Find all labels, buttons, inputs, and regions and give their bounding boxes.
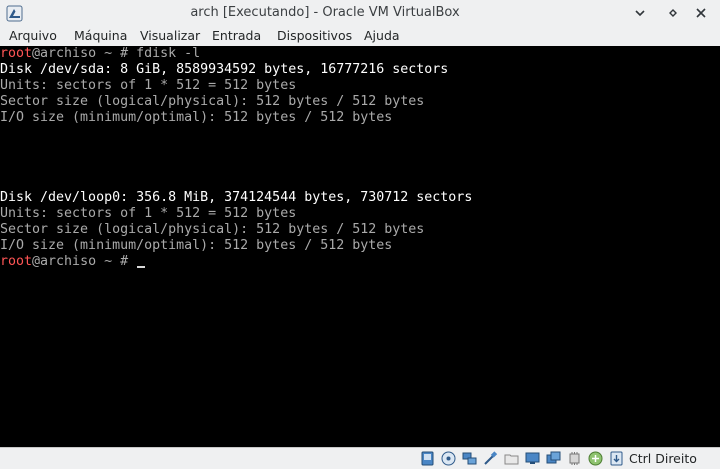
close-icon	[696, 8, 706, 18]
window-title: arch [Executando] - Oracle VM VirtualBox	[190, 5, 460, 20]
menu-dispositivos[interactable]: Dispositivos	[277, 26, 352, 46]
output-sda-disk: Disk /dev/sda: 8 GiB, 8589934592 bytes, …	[0, 62, 449, 77]
output-loop-sector-size: Sector size (logical/physical): 512 byte…	[0, 222, 425, 237]
network-icon[interactable]	[462, 451, 477, 466]
status-bar: Ctrl Direito	[0, 447, 720, 469]
menu-arquivo[interactable]: Arquivo	[9, 26, 57, 46]
window-titlebar[interactable]: arch [Executando] - Oracle VM VirtualBox	[0, 0, 720, 26]
vm-console-screen[interactable]: root@archiso ~ # fdisk -l Disk /dev/sda:…	[0, 46, 720, 447]
menu-entrada[interactable]: Entrada	[212, 26, 261, 46]
restore-button[interactable]	[664, 4, 682, 22]
video-capture-icon[interactable]	[546, 451, 561, 466]
mouse-integration-icon[interactable]	[588, 451, 603, 466]
host-key-label[interactable]: Ctrl Direito	[629, 448, 697, 469]
shared-folders-icon[interactable]	[504, 451, 519, 466]
keyboard-capture-icon[interactable]	[609, 451, 624, 466]
usb-icon[interactable]	[483, 451, 498, 466]
display-icon[interactable]	[525, 451, 540, 466]
minimize-icon	[635, 10, 645, 17]
prompt-line-current: root@archiso ~ #	[0, 254, 146, 270]
command-text: fdisk -l	[136, 46, 201, 61]
output-sda-sector-size: Sector size (logical/physical): 512 byte…	[0, 94, 425, 109]
restore-icon	[669, 9, 677, 17]
menu-ajuda[interactable]: Ajuda	[364, 26, 400, 46]
output-loop-disk: Disk /dev/loop0: 356.8 MiB, 374124544 by…	[0, 190, 473, 205]
menu-maquina[interactable]: Máquina	[74, 26, 127, 46]
prompt-line-fdisk: root@archiso ~ # fdisk -l	[0, 46, 200, 62]
close-button[interactable]	[692, 4, 710, 22]
output-loop-units: Units: sectors of 1 * 512 = 512 bytes	[0, 206, 297, 221]
prompt-user: root	[0, 46, 33, 61]
output-sda-io-size: I/O size (minimum/optimal): 512 bytes / …	[0, 110, 393, 125]
prompt-user-current: root	[0, 254, 33, 269]
optical-disk-icon[interactable]	[441, 451, 456, 466]
menu-bar: Arquivo Máquina Visualizar Entrada Dispo…	[0, 26, 720, 46]
menu-visualizar[interactable]: Visualizar	[140, 26, 200, 46]
prompt-host-current: @archiso ~ #	[32, 254, 137, 269]
output-loop-io-size: I/O size (minimum/optimal): 512 bytes / …	[0, 238, 393, 253]
text-cursor	[137, 266, 146, 268]
minimize-button[interactable]	[631, 4, 649, 22]
hard-disk-icon[interactable]	[420, 451, 435, 466]
output-sda-units: Units: sectors of 1 * 512 = 512 bytes	[0, 78, 297, 93]
prompt-host: @archiso ~ #	[32, 46, 137, 61]
cpu-icon[interactable]	[567, 451, 582, 466]
